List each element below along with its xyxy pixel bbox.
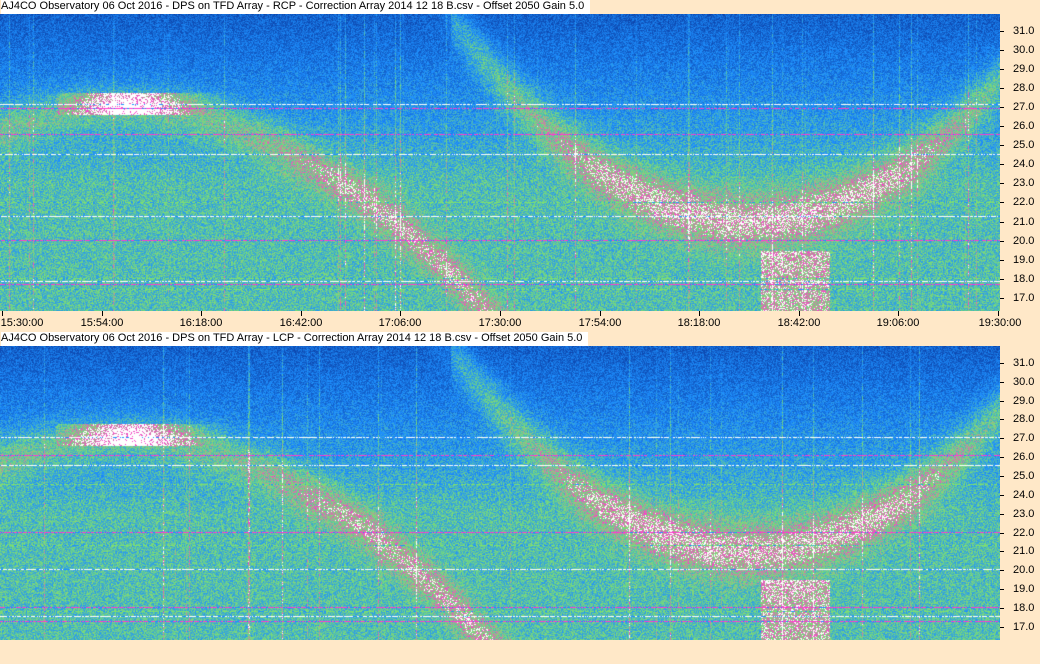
- y-tick-label: 26.0: [1013, 120, 1035, 132]
- x-tick: [102, 311, 103, 316]
- y-tick-label: 27.0: [1013, 101, 1035, 113]
- x-tick: [998, 311, 999, 316]
- y-tick-label: 30.0: [1013, 376, 1035, 388]
- x-tick-label: 17:54:00: [578, 317, 622, 329]
- rcp-spectrogram-canvas: [0, 14, 1000, 311]
- y-tick-label: 29.0: [1013, 63, 1035, 75]
- x-tick-label: 17:06:00: [378, 317, 422, 329]
- rcp-title: AJ4CO Observatory 06 Oct 2016 - DPS on T…: [1, 0, 591, 14]
- y-tick: [1000, 88, 1004, 89]
- x-tick-label: 19:06:00: [876, 317, 920, 329]
- y-tick-label: 22.0: [1013, 196, 1035, 208]
- y-tick: [1000, 401, 1004, 402]
- x-tick-label: 15:30:00: [0, 317, 44, 329]
- y-tick-label: 28.0: [1013, 413, 1035, 425]
- x-tick-label: 17:30:00: [478, 317, 522, 329]
- y-tick-label: 24.0: [1013, 489, 1035, 501]
- y-tick: [1000, 438, 1004, 439]
- y-tick-label: 17.0: [1013, 292, 1035, 304]
- y-tick-label: 19.0: [1013, 583, 1035, 595]
- y-tick: [1000, 260, 1004, 261]
- y-tick-label: 17.0: [1013, 621, 1035, 633]
- y-tick: [1000, 202, 1004, 203]
- x-tick-label: 15:54:00: [80, 317, 124, 329]
- y-tick-label: 25.0: [1013, 470, 1035, 482]
- y-tick-label: 29.0: [1013, 395, 1035, 407]
- y-tick: [1000, 476, 1004, 477]
- y-tick-label: 23.0: [1013, 508, 1035, 520]
- x-tick: [2, 311, 3, 316]
- y-tick: [1000, 382, 1004, 383]
- y-tick: [1000, 279, 1004, 280]
- y-tick-label: 26.0: [1013, 451, 1035, 463]
- x-tick: [699, 311, 700, 316]
- y-tick-label: 21.0: [1013, 545, 1035, 557]
- y-tick: [1000, 31, 1004, 32]
- x-tick: [799, 311, 800, 316]
- y-tick: [1000, 298, 1004, 299]
- y-tick-label: 30.0: [1013, 44, 1035, 56]
- lcp-spectrogram: [0, 346, 1000, 640]
- y-tick-label: 27.0: [1013, 432, 1035, 444]
- y-tick: [1000, 533, 1004, 534]
- y-tick-label: 28.0: [1013, 82, 1035, 94]
- x-tick-label: 19:30:00: [978, 317, 1022, 329]
- y-tick: [1000, 222, 1004, 223]
- time-axis: 15:30:00 15:54:00 16:18:00 16:42:00 17:06:00…: [0, 311, 1040, 331]
- y-tick: [1000, 551, 1004, 552]
- y-tick: [1000, 183, 1004, 184]
- y-tick: [1000, 419, 1004, 420]
- y-tick-label: 19.0: [1013, 254, 1035, 266]
- y-tick: [1000, 164, 1004, 165]
- y-tick: [1000, 457, 1004, 458]
- y-tick: [1000, 495, 1004, 496]
- x-tick-label: 16:42:00: [279, 317, 323, 329]
- y-tick: [1000, 107, 1004, 108]
- y-tick: [1000, 589, 1004, 590]
- y-tick: [1000, 363, 1004, 364]
- y-tick: [1000, 570, 1004, 571]
- y-tick-label: 18.0: [1013, 273, 1035, 285]
- y-tick-label: 20.0: [1013, 564, 1035, 576]
- y-tick: [1000, 608, 1004, 609]
- x-tick: [201, 311, 202, 316]
- x-tick: [600, 311, 601, 316]
- y-tick: [1000, 627, 1004, 628]
- y-tick: [1000, 126, 1004, 127]
- rcp-frequency-axis: 31.0 30.0 29.0 28.0 27.0 26.0 25.0 24.0 23.0 22.0…: [1000, 14, 1040, 311]
- y-tick: [1000, 514, 1004, 515]
- x-tick-label: 18:18:00: [677, 317, 721, 329]
- x-tick: [400, 311, 401, 316]
- x-tick-label: 16:18:00: [179, 317, 223, 329]
- y-tick-label: 25.0: [1013, 139, 1035, 151]
- x-tick-label: 18:42:00: [777, 317, 821, 329]
- x-tick: [500, 311, 501, 316]
- lcp-spectrogram-canvas: [0, 346, 1000, 640]
- x-tick: [898, 311, 899, 316]
- x-tick: [301, 311, 302, 316]
- y-tick-label: 31.0: [1013, 25, 1035, 37]
- y-tick-label: 31.0: [1013, 357, 1035, 369]
- y-tick-label: 21.0: [1013, 216, 1035, 228]
- y-tick-label: 18.0: [1013, 602, 1035, 614]
- y-tick: [1000, 69, 1004, 70]
- rcp-spectrogram: [0, 14, 1000, 311]
- y-tick: [1000, 241, 1004, 242]
- y-tick-label: 23.0: [1013, 177, 1035, 189]
- y-tick: [1000, 50, 1004, 51]
- y-tick-label: 22.0: [1013, 527, 1035, 539]
- lcp-title: AJ4CO Observatory 06 Oct 2016 - DPS on T…: [1, 332, 589, 346]
- lcp-frequency-axis: 31.0 30.0 29.0 28.0 27.0 26.0 25.0 24.0 23.0 22.0…: [1000, 346, 1040, 640]
- y-tick-label: 20.0: [1013, 235, 1035, 247]
- y-tick-label: 24.0: [1013, 158, 1035, 170]
- y-tick: [1000, 145, 1004, 146]
